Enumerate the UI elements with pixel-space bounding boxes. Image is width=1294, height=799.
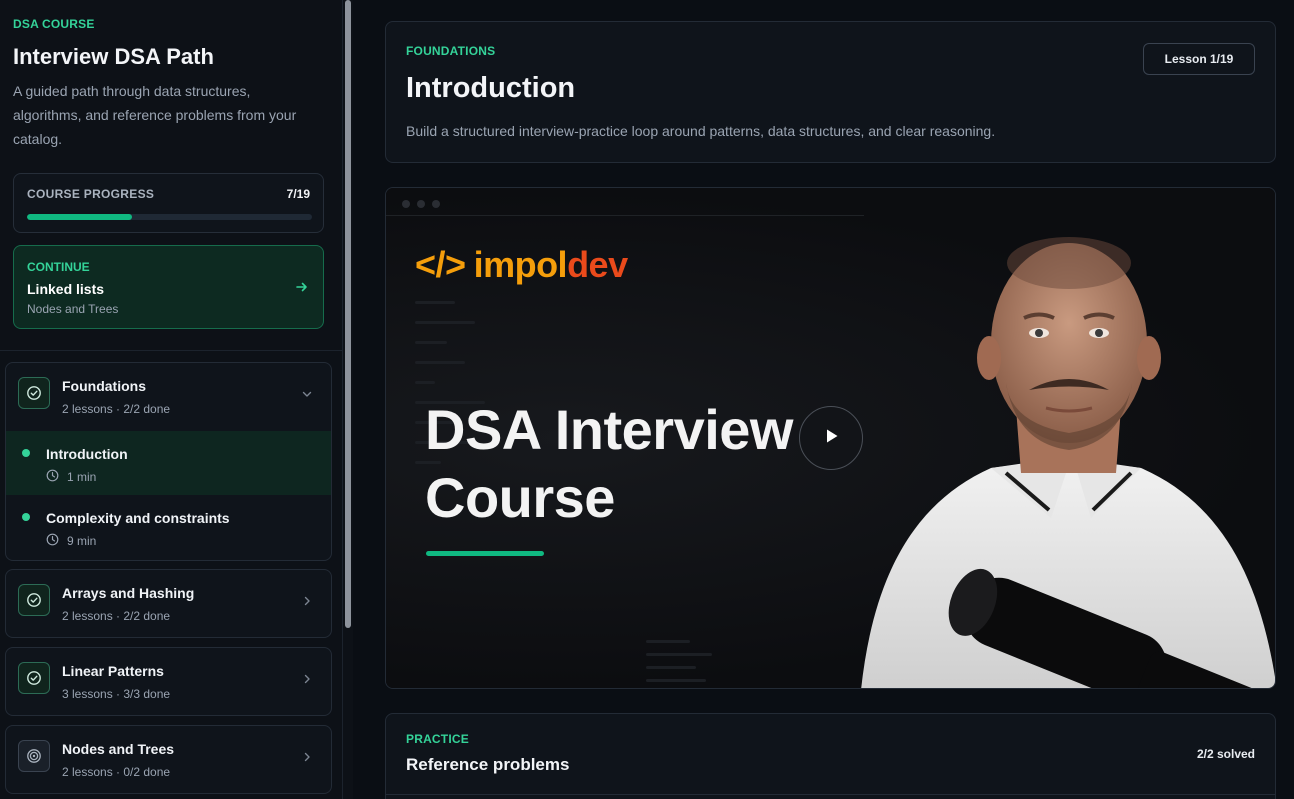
practice-title: Reference problems (406, 755, 570, 774)
sidebar-divider (0, 350, 342, 351)
video-title: DSA Interview Course (425, 396, 805, 532)
chevron-right-icon (301, 750, 313, 766)
lesson-section-eyebrow: FOUNDATIONS (406, 44, 496, 58)
practice-solved-count: 2/2 solved (1196, 747, 1255, 761)
lesson-meta: 1 min (46, 469, 96, 485)
lesson-title: Introduction (406, 72, 576, 104)
chevron-right-icon (301, 672, 313, 688)
lesson-duration: 9 min (67, 534, 97, 548)
scrollbar-thumb[interactable] (345, 0, 351, 628)
check-circle-icon (18, 584, 50, 616)
target-icon (18, 740, 50, 772)
code-tag-icon: </> (415, 244, 466, 285)
lesson-counter-badge: Lesson 1/19 (1143, 43, 1255, 75)
section-title: Nodes and Trees (62, 741, 175, 757)
lesson-duration: 1 min (67, 470, 97, 484)
practice-card: PRACTICE Reference problems 2/2 solved (385, 713, 1276, 799)
impoldev-logo: </> impol dev (415, 244, 628, 286)
presenter-photo (861, 237, 1275, 688)
section-meta: 2 lessons · 0/2 done (62, 765, 171, 779)
check-circle-icon (18, 662, 50, 694)
continue-section-name: Nodes and Trees (27, 302, 119, 316)
clock-icon (46, 533, 59, 549)
lesson-title: Complexity and constraints (46, 510, 230, 526)
section-meta: 2 lessons · 2/2 done (62, 402, 171, 416)
section-meta: 2 lessons · 2/2 done (62, 609, 171, 623)
play-icon (820, 425, 842, 452)
sidebar-scrollbar[interactable] (343, 0, 353, 799)
section-linear-patterns[interactable]: Linear Patterns 3 lessons · 3/3 done (5, 647, 332, 716)
chevron-down-icon (301, 387, 313, 403)
progress-track (27, 214, 312, 220)
continue-lesson-title: Linked lists (27, 281, 105, 297)
section-foundations: Foundations 2 lessons · 2/2 done Introdu… (5, 362, 332, 561)
course-description: A guided path through data structures, a… (13, 83, 297, 147)
lesson-status-dot (22, 449, 30, 457)
progress-fill (27, 214, 132, 220)
lesson-meta: 9 min (46, 533, 96, 549)
section-arrays-and-hashing[interactable]: Arrays and Hashing 2 lessons · 2/2 done (5, 569, 332, 638)
sidebar: DSA COURSE Interview DSA Path A guided p… (0, 0, 343, 799)
continue-card[interactable]: CONTINUE Linked lists Nodes and Trees (13, 245, 324, 329)
check-circle-icon (18, 377, 50, 409)
lesson-description: Build a structured interview-practice lo… (406, 123, 996, 139)
play-button[interactable] (799, 406, 863, 470)
practice-divider (386, 794, 1275, 795)
section-title: Foundations (62, 378, 146, 394)
section-meta: 3 lessons · 3/3 done (62, 687, 171, 701)
video-window-bar (386, 188, 864, 216)
course-eyebrow: DSA COURSE (13, 17, 95, 31)
chevron-right-icon (301, 594, 313, 610)
section-header-foundations[interactable]: Foundations 2 lessons · 2/2 done (6, 363, 331, 431)
lesson-header-card: FOUNDATIONS Introduction Build a structu… (385, 21, 1276, 163)
logo-text-part2: dev (567, 244, 628, 285)
video-title-line1: DSA Interview (425, 398, 793, 461)
section-title: Arrays and Hashing (62, 585, 195, 601)
lesson-title: Introduction (46, 446, 128, 462)
lesson-item-complexity[interactable]: Complexity and constraints 9 min (6, 495, 331, 559)
video-title-line2: Course (425, 466, 615, 529)
main-content: FOUNDATIONS Introduction Build a structu… (353, 0, 1294, 799)
practice-eyebrow: PRACTICE (406, 732, 469, 746)
arrow-right-icon (295, 280, 309, 297)
lesson-status-dot (22, 513, 30, 521)
logo-text-part1: impol (473, 244, 568, 285)
video-accent-bar (426, 551, 544, 556)
continue-eyebrow: CONTINUE (27, 260, 90, 274)
progress-label: COURSE PROGRESS (27, 187, 155, 201)
section-nodes-and-trees[interactable]: Nodes and Trees 2 lessons · 0/2 done (5, 725, 332, 794)
course-progress-card: COURSE PROGRESS 7/19 (13, 173, 324, 233)
clock-icon (46, 469, 59, 485)
progress-count: 7/19 (286, 187, 310, 201)
section-title: Linear Patterns (62, 663, 164, 679)
video-player[interactable]: </> impol dev DSA Interview Course (385, 187, 1276, 689)
lesson-item-introduction[interactable]: Introduction 1 min (6, 431, 331, 495)
course-title: Interview DSA Path (13, 44, 214, 69)
